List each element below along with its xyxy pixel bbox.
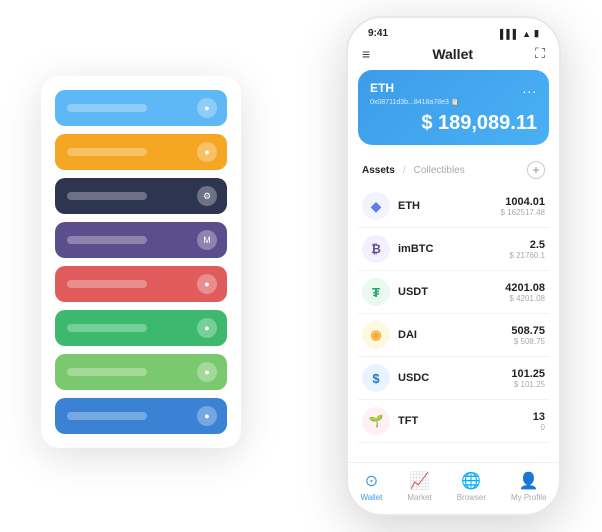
- blue2-icon: ●: [197, 406, 217, 426]
- browser-nav-icon: 🌐: [461, 471, 481, 491]
- asset-amounts-tft: 13 0: [533, 411, 545, 432]
- list-item[interactable]: ●: [55, 134, 227, 170]
- nav-profile[interactable]: 👤 My Profile: [511, 471, 547, 502]
- asset-amounts-eth: 1004.01 $ 162517.48: [501, 196, 546, 217]
- list-item[interactable]: ●: [55, 354, 227, 390]
- list-item[interactable]: M: [55, 222, 227, 258]
- profile-nav-label: My Profile: [511, 493, 547, 502]
- assets-tabs: Assets / Collectibles: [362, 165, 465, 176]
- market-nav-icon: 📈: [410, 471, 430, 491]
- asset-list: ◆ ETH 1004.01 $ 162517.48 ₿ imBTC 2.5 $ …: [348, 185, 559, 462]
- usdt-asset-icon: ₮: [362, 278, 390, 306]
- table-row[interactable]: $ USDC 101.25 $ 101.25: [358, 357, 549, 400]
- dai-amount: 508.75: [511, 325, 545, 337]
- wallet-nav-icon: ⊙: [365, 471, 378, 491]
- eth-balance: $ 189,089.11: [370, 112, 537, 135]
- eth-amount: 1004.01: [501, 196, 546, 208]
- tab-collectibles[interactable]: Collectibles: [414, 165, 465, 176]
- red-icon: ●: [197, 274, 217, 294]
- dai-asset-icon: ◉: [362, 321, 390, 349]
- orange-icon: ●: [197, 142, 217, 162]
- asset-name-imbtc: imBTC: [398, 243, 509, 255]
- tft-amount: 13: [533, 411, 545, 423]
- usdc-usd: $ 101.25: [511, 380, 545, 389]
- market-nav-label: Market: [407, 493, 431, 502]
- list-item[interactable]: ⚙: [55, 178, 227, 214]
- table-row[interactable]: ◉ DAI 508.75 $ 508.75: [358, 314, 549, 357]
- nav-wallet[interactable]: ⊙ Wallet: [360, 471, 382, 502]
- status-time: 9:41: [368, 28, 388, 39]
- nav-browser[interactable]: 🌐 Browser: [457, 471, 486, 502]
- eth-options-icon[interactable]: ...: [522, 80, 537, 96]
- battery-icon: ▮: [534, 28, 539, 39]
- usdt-amount: 4201.08: [505, 282, 545, 294]
- dark-icon: ⚙: [197, 186, 217, 206]
- table-row[interactable]: ₿ imBTC 2.5 $ 21760.1: [358, 228, 549, 271]
- asset-amounts-dai: 508.75 $ 508.75: [511, 325, 545, 346]
- bottom-nav: ⊙ Wallet 📈 Market 🌐 Browser 👤 My Profile: [348, 462, 559, 514]
- add-asset-button[interactable]: +: [527, 161, 545, 179]
- asset-name-eth: ETH: [398, 200, 501, 212]
- usdt-usd: $ 4201.08: [505, 294, 545, 303]
- asset-name-usdt: USDT: [398, 286, 505, 298]
- table-row[interactable]: ◆ ETH 1004.01 $ 162517.48: [358, 185, 549, 228]
- tft-usd: 0: [533, 423, 545, 432]
- eth-card[interactable]: ETH ... 0x08711d3b...8418a78e3 📋 $ 189,0…: [358, 70, 549, 145]
- list-item[interactable]: ●: [55, 266, 227, 302]
- page-title: Wallet: [432, 46, 473, 62]
- blue-icon: ●: [197, 98, 217, 118]
- eth-label: ETH: [370, 81, 394, 95]
- asset-amounts-usdt: 4201.08 $ 4201.08: [505, 282, 545, 303]
- asset-amounts-usdc: 101.25 $ 101.25: [511, 368, 545, 389]
- bg-card: ● ● ⚙ M ● ● ● ●: [41, 76, 241, 448]
- eth-card-header: ETH ...: [370, 80, 537, 96]
- green-icon: ●: [197, 318, 217, 338]
- asset-name-tft: TFT: [398, 415, 533, 427]
- menu-icon[interactable]: ≡: [362, 46, 370, 62]
- signal-icon: ▌▌▌: [500, 29, 519, 39]
- wifi-icon: ▲: [522, 29, 531, 39]
- tab-assets[interactable]: Assets: [362, 165, 395, 176]
- usdc-amount: 101.25: [511, 368, 545, 380]
- tab-divider: /: [403, 165, 406, 176]
- eth-usd: $ 162517.48: [501, 208, 546, 217]
- status-bar: 9:41 ▌▌▌ ▲ ▮: [348, 18, 559, 43]
- balance-value: $ 189,089.11: [421, 112, 537, 134]
- expand-icon[interactable]: ⛶: [535, 45, 545, 62]
- imbtc-asset-icon: ₿: [362, 235, 390, 263]
- phone-header: ≡ Wallet ⛶: [348, 43, 559, 70]
- asset-name-dai: DAI: [398, 329, 511, 341]
- imbtc-amount: 2.5: [509, 239, 545, 251]
- list-item[interactable]: ●: [55, 310, 227, 346]
- wallet-nav-label: Wallet: [360, 493, 382, 502]
- list-item[interactable]: ●: [55, 398, 227, 434]
- tft-asset-icon: 🌱: [362, 407, 390, 435]
- asset-amounts-imbtc: 2.5 $ 21760.1: [509, 239, 545, 260]
- eth-address: 0x08711d3b...8418a78e3 📋: [370, 98, 537, 106]
- nav-market[interactable]: 📈 Market: [407, 471, 431, 502]
- table-row[interactable]: 🌱 TFT 13 0: [358, 400, 549, 443]
- purple-icon: M: [197, 230, 217, 250]
- phone-mockup: 9:41 ▌▌▌ ▲ ▮ ≡ Wallet ⛶ ETH ... 0x08711d…: [346, 16, 561, 516]
- scene: ● ● ⚙ M ● ● ● ●: [21, 16, 581, 516]
- dai-usd: $ 508.75: [511, 337, 545, 346]
- asset-name-usdc: USDC: [398, 372, 511, 384]
- profile-nav-icon: 👤: [519, 471, 539, 491]
- usdc-asset-icon: $: [362, 364, 390, 392]
- eth-asset-icon: ◆: [362, 192, 390, 220]
- table-row[interactable]: ₮ USDT 4201.08 $ 4201.08: [358, 271, 549, 314]
- status-icons: ▌▌▌ ▲ ▮: [500, 28, 539, 39]
- browser-nav-label: Browser: [457, 493, 486, 502]
- imbtc-usd: $ 21760.1: [509, 251, 545, 260]
- light-green-icon: ●: [197, 362, 217, 382]
- list-item[interactable]: ●: [55, 90, 227, 126]
- assets-header: Assets / Collectibles +: [348, 155, 559, 185]
